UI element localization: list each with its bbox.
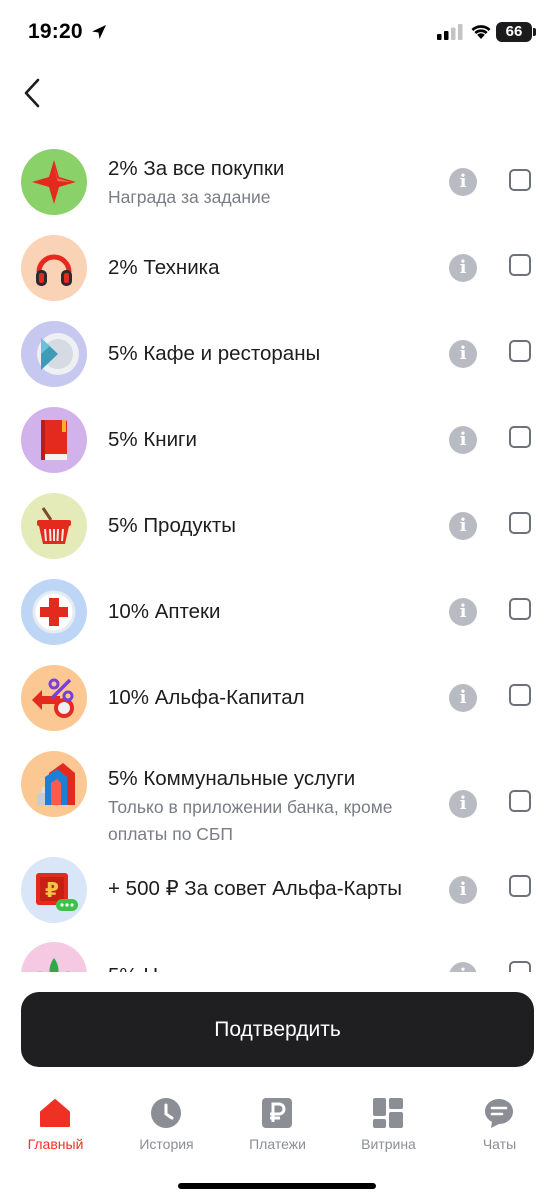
house-icon xyxy=(21,751,87,817)
tab-showcase[interactable]: Витрина xyxy=(333,1086,444,1156)
svg-text:₽: ₽ xyxy=(45,878,59,902)
category-title: 10% Альфа-Капитал xyxy=(108,686,305,709)
bottom-tab-bar: Главный История Платежи Витрина Чаты xyxy=(0,1086,555,1166)
info-icon[interactable]: i xyxy=(449,340,477,368)
tab-home[interactable]: Главный xyxy=(0,1086,111,1156)
tab-label: Главный xyxy=(27,1136,84,1152)
category-title: 5% Н xyxy=(108,962,438,972)
category-checkbox[interactable] xyxy=(509,169,531,191)
tab-chats[interactable]: Чаты xyxy=(444,1086,555,1156)
category-checkbox[interactable] xyxy=(509,790,531,812)
leaf-icon xyxy=(21,942,87,972)
category-checkbox[interactable] xyxy=(509,875,531,897)
info-icon[interactable]: i xyxy=(449,598,477,626)
info-icon[interactable]: i xyxy=(449,962,477,972)
category-title: 5% Кафе и рестораны xyxy=(108,342,321,365)
info-icon[interactable]: i xyxy=(449,168,477,196)
info-icon[interactable]: i xyxy=(449,876,477,904)
clock-icon xyxy=(149,1096,183,1130)
category-subtitle: Только в приложении банка, кроме оплаты … xyxy=(108,797,393,844)
tab-label: Витрина xyxy=(361,1136,416,1152)
status-time: 19:20 xyxy=(28,20,83,43)
home-indicator xyxy=(178,1183,376,1189)
category-checkbox[interactable] xyxy=(509,512,531,534)
battery-tip xyxy=(533,28,536,36)
tab-label: Платежи xyxy=(249,1136,306,1152)
tab-history[interactable]: История xyxy=(111,1086,222,1156)
category-title: 5% Продукты xyxy=(108,514,236,537)
book-icon xyxy=(21,407,87,473)
cellular-signal-icon xyxy=(437,24,463,40)
info-icon[interactable]: i xyxy=(449,790,477,818)
category-subtitle: Награда за задание xyxy=(108,187,271,207)
confirm-button[interactable]: Подтвердить xyxy=(21,992,534,1067)
info-icon[interactable]: i xyxy=(449,684,477,712)
info-icon[interactable]: i xyxy=(449,512,477,540)
percent-icon xyxy=(21,665,87,731)
plate-icon xyxy=(21,321,87,387)
category-title: + 500 ₽ За совет Альфа-Карты xyxy=(108,877,402,900)
tab-label: Чаты xyxy=(482,1136,517,1152)
home-icon xyxy=(38,1096,72,1130)
category-title: 5% Книги xyxy=(108,428,197,451)
category-title: 5% Коммунальные услуги xyxy=(108,767,356,790)
category-title: 2% За все покупки xyxy=(108,157,285,180)
basket-icon xyxy=(21,493,87,559)
ruble-card-icon: ₽ xyxy=(21,857,87,923)
ruble-icon xyxy=(260,1096,294,1130)
tab-label: История xyxy=(139,1136,194,1152)
wifi-icon xyxy=(471,25,491,39)
status-bar: 19:20 66 xyxy=(0,0,555,66)
category-checkbox[interactable] xyxy=(509,254,531,276)
chat-icon xyxy=(482,1096,516,1130)
category-checkbox[interactable] xyxy=(509,684,531,706)
category-checkbox[interactable] xyxy=(509,340,531,362)
tab-payments[interactable]: Платежи xyxy=(222,1086,333,1156)
back-button[interactable] xyxy=(14,74,50,112)
showcase-icon xyxy=(371,1096,405,1130)
cashback-category-list[interactable]: 2% За все покупки Награда за задание i 2… xyxy=(0,138,555,972)
info-icon[interactable]: i xyxy=(449,426,477,454)
category-checkbox[interactable] xyxy=(509,961,531,972)
chevron-left-icon xyxy=(24,78,40,108)
category-checkbox[interactable] xyxy=(509,598,531,620)
info-icon[interactable]: i xyxy=(449,254,477,282)
category-checkbox[interactable] xyxy=(509,426,531,448)
red-star-icon xyxy=(21,149,87,215)
category-title: 10% Аптеки xyxy=(108,600,221,623)
headphones-icon xyxy=(21,235,87,301)
location-arrow-icon xyxy=(92,25,106,39)
category-title: 2% Техника xyxy=(108,256,220,279)
medical-cross-icon xyxy=(21,579,87,645)
battery-indicator: 66 xyxy=(496,22,532,42)
